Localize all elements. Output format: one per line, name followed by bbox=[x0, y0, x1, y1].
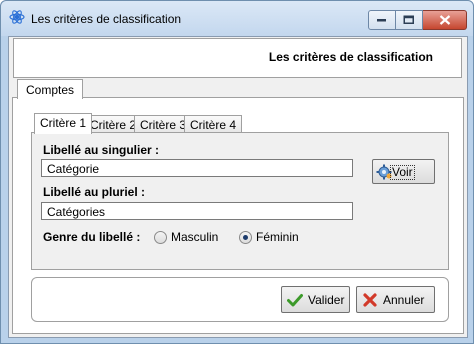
title-bar[interactable]: Les critères de classification bbox=[1, 1, 473, 36]
minimize-button[interactable] bbox=[368, 10, 396, 30]
singulier-input[interactable]: Catégorie bbox=[41, 159, 353, 177]
genre-feminin-radio[interactable] bbox=[239, 231, 252, 244]
app-icon bbox=[9, 10, 25, 24]
voir-button-label: Voir bbox=[390, 165, 415, 180]
tab-critere-1[interactable]: Critère 1 bbox=[34, 113, 93, 134]
minimize-icon bbox=[377, 19, 386, 22]
tab-critere-1-label: Critère 1 bbox=[40, 116, 87, 130]
radio-selected-dot bbox=[243, 235, 248, 240]
tab-critere-4-label: Critère 4 bbox=[190, 118, 237, 132]
checkmark-icon bbox=[287, 294, 303, 307]
cross-icon bbox=[363, 293, 377, 307]
voir-button[interactable]: Voir bbox=[372, 159, 435, 184]
valider-button-label: Valider bbox=[308, 293, 345, 307]
genre-feminin-label[interactable]: Féminin bbox=[256, 230, 299, 244]
maximize-icon bbox=[403, 15, 414, 24]
header-panel: Les critères de classification bbox=[13, 38, 462, 78]
annuler-button-label: Annuler bbox=[383, 293, 425, 307]
tab-critere-4[interactable]: Critère 4 bbox=[184, 115, 243, 133]
singulier-label: Libellé au singulier : bbox=[43, 143, 160, 157]
tab-critere-2-label: Critère 2 bbox=[90, 118, 137, 132]
genre-masculin-radio[interactable] bbox=[154, 231, 167, 244]
annuler-button[interactable]: Annuler bbox=[356, 286, 435, 313]
maximize-button[interactable] bbox=[396, 10, 423, 30]
pluriel-input[interactable]: Catégories bbox=[41, 202, 353, 220]
header-title: Les critères de classification bbox=[268, 50, 433, 64]
tab-comptes[interactable]: Comptes bbox=[17, 79, 84, 99]
window-title: Les critères de classification bbox=[31, 12, 182, 26]
valider-button[interactable]: Valider bbox=[281, 286, 350, 313]
pluriel-label: Libellé au pluriel : bbox=[43, 185, 146, 199]
genre-masculin-label[interactable]: Masculin bbox=[171, 230, 218, 244]
tab-comptes-label: Comptes bbox=[26, 83, 75, 97]
tab-critere-3-label: Critère 3 bbox=[140, 118, 187, 132]
close-button[interactable] bbox=[423, 10, 467, 30]
genre-label: Genre du libellé : bbox=[43, 230, 141, 244]
close-icon bbox=[439, 15, 450, 25]
